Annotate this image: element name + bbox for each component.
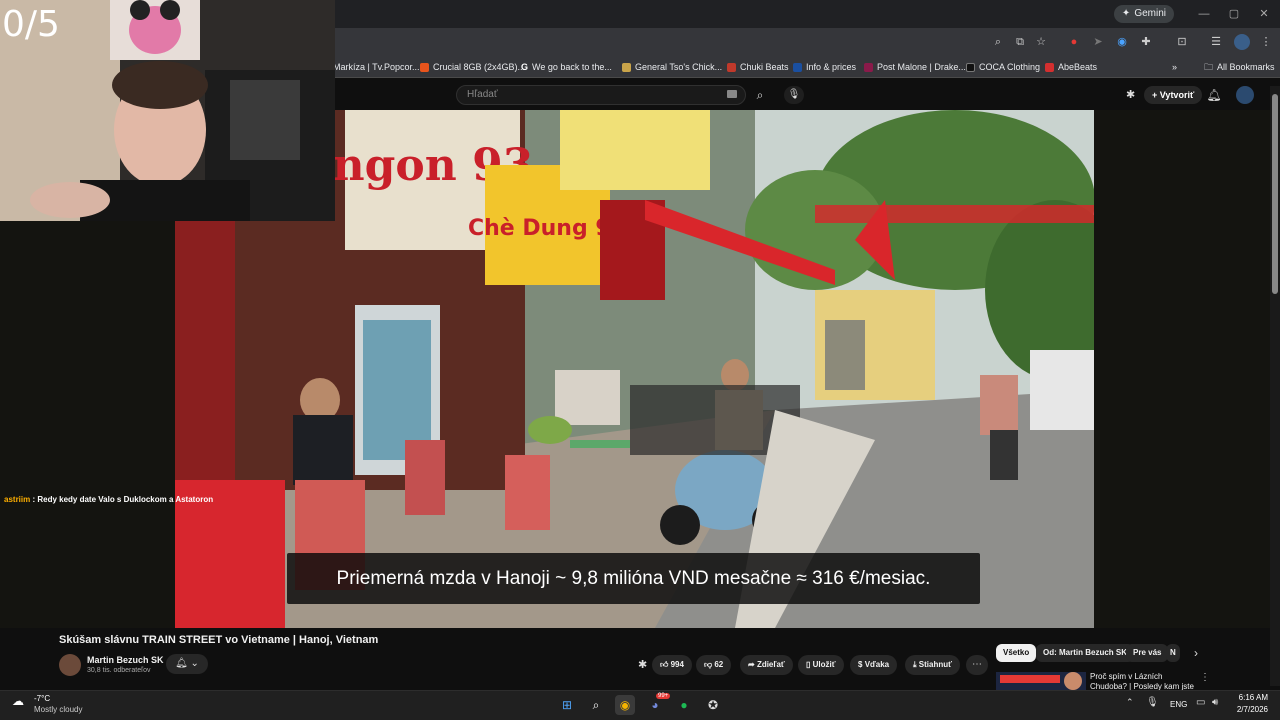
bookmark-item[interactable]: Markíza | Tv.Popcor... — [333, 60, 420, 74]
tray-overflow-icon[interactable]: ⌃ — [1126, 697, 1134, 708]
thanks-button[interactable]: $ Vďaka — [850, 655, 898, 675]
app-icon[interactable]: ✪ — [703, 695, 723, 715]
minimize-icon[interactable]: — — [1196, 6, 1212, 22]
extension-arrow-icon[interactable]: ➤ — [1090, 34, 1106, 50]
thumbnail-face — [1064, 672, 1082, 690]
reading-list-icon[interactable]: ☰ — [1208, 34, 1224, 50]
install-app-icon[interactable]: ⧉ — [1012, 34, 1028, 50]
extension-red-icon[interactable]: ● — [1066, 34, 1082, 50]
chat-text: : Redy kedy date Valo s Duklockom a Asta… — [30, 495, 214, 504]
video-title: Skúšam slávnu TRAIN STREET vo Vietname |… — [59, 634, 379, 646]
create-button[interactable]: + Vytvoriť — [1144, 86, 1203, 104]
spotify-icon[interactable]: ● — [674, 695, 694, 715]
subscription-bell-button[interactable]: 🔔︎ ⌄ — [166, 654, 208, 674]
channel-name[interactable]: Martin Bezuch SK — [87, 655, 164, 665]
bookmark-item[interactable]: Crucial 8GB (2x4GB)... — [420, 60, 525, 74]
clock-time[interactable]: 6:16 AM — [1236, 693, 1268, 702]
bookmark-item[interactable]: Chuki Beats — [727, 60, 789, 74]
tab-search-icon[interactable]: ⊡ — [1174, 34, 1190, 50]
language-indicator[interactable]: ENG — [1170, 700, 1187, 709]
chevron-right-icon[interactable]: › — [1188, 645, 1204, 661]
bookmark-favicon — [420, 62, 429, 72]
bookmark-item[interactable]: General Tso's Chick... — [622, 60, 722, 74]
weather-cloud-icon[interactable]: ☁ — [12, 694, 30, 708]
download-button[interactable]: ⤓ Stiahnuť — [905, 655, 960, 675]
cast-icon[interactable]: ✱ — [1126, 88, 1140, 102]
keyboard-icon[interactable] — [727, 90, 737, 98]
channel-avatar[interactable] — [59, 654, 81, 676]
recommendation-thumbnail[interactable] — [996, 672, 1086, 690]
gemini-icon: ✦ — [1121, 8, 1131, 19]
thumbs-up-icon: 👍︎ — [660, 660, 669, 669]
profile-avatar[interactable] — [1234, 34, 1250, 50]
video-subtitle: Priemerná mzda v Hanoji ~ 9,8 milióna VN… — [287, 553, 980, 604]
chip-for-you[interactable]: Pre vás — [1126, 644, 1169, 662]
bookmark-item[interactable]: COCA Clothing — [966, 60, 1040, 74]
folder-icon: 🗀 — [1204, 62, 1214, 72]
windows-taskbar — [0, 690, 1280, 720]
bookmark-favicon — [966, 62, 975, 72]
extension-sparkle-icon[interactable]: ✱ — [638, 658, 647, 671]
bookmark-favicon — [793, 62, 802, 72]
microphone-tray-icon[interactable]: 🎙 — [1146, 697, 1159, 708]
browser-menu-icon[interactable]: ⋮ — [1258, 34, 1274, 50]
challenge-counter: 0/5 — [2, 4, 60, 45]
start-windows-icon[interactable]: ⊞ — [557, 695, 577, 715]
search-input[interactable]: Hľadať — [456, 85, 746, 105]
bookmark-icon: ▯ — [806, 660, 811, 669]
bookmark-favicon — [622, 62, 631, 72]
chrome-icon[interactable]: ◉ — [615, 695, 635, 715]
save-button[interactable]: ▯ Uložiť — [798, 655, 844, 675]
bookmark-favicon — [727, 62, 736, 72]
close-icon[interactable]: ✕ — [1256, 6, 1272, 22]
maximize-icon[interactable]: ▢ — [1226, 6, 1242, 22]
notifications-bell-icon[interactable]: 🔔︎ — [1206, 86, 1222, 104]
like-button[interactable]: 👍︎ 994 — [652, 655, 692, 675]
share-icon: ➦ — [748, 660, 755, 669]
thanks-icon: $ — [858, 660, 863, 669]
notification-badge: 99+ — [656, 693, 671, 699]
chevron-down-icon: ⌄ — [190, 658, 199, 669]
clock-date[interactable]: 2/7/2026 — [1228, 705, 1268, 714]
recommendation-title[interactable]: Proč spím v Lázních Chudoba? | Posledy k… — [1090, 672, 1200, 690]
bookmark-favicon — [864, 62, 873, 72]
chip-all[interactable]: Všetko — [996, 644, 1037, 662]
chat-username: astriim — [4, 495, 31, 504]
network-icon[interactable]: ▭ — [1196, 697, 1205, 708]
thumbs-down-icon: 👎︎ — [704, 660, 713, 669]
chip-from-channel[interactable]: Od: Martin Bezuch SK — [1036, 644, 1135, 662]
bookmark-item[interactable]: Post Malone | Drake... — [864, 60, 966, 74]
search-icon[interactable]: ⌕ — [746, 85, 774, 105]
channel-subscribers: 30,8 tis. odberateľov — [87, 667, 151, 674]
gemini-button[interactable]: ✦ Gemini — [1113, 5, 1174, 23]
extension-blue-icon[interactable]: ◉ — [1114, 34, 1130, 50]
bookmarks-overflow-button[interactable]: » — [1172, 60, 1177, 74]
google-icon: G — [521, 62, 529, 72]
chat-message: astriim : Redy kedy date Valo s Duklocko… — [4, 495, 213, 504]
bookmark-favicon — [1045, 62, 1054, 72]
weather-temperature[interactable]: -7°C — [34, 694, 50, 703]
thumbnail-banner — [1000, 675, 1060, 683]
more-actions-button[interactable]: ⋯ — [966, 655, 988, 675]
scrollbar-thumb[interactable] — [1272, 94, 1278, 294]
microphone-icon[interactable]: 🎙 — [784, 86, 804, 104]
bookmark-item[interactable]: G We go back to the... — [521, 60, 612, 74]
avatar[interactable] — [1236, 86, 1254, 104]
bookmark-item[interactable]: Info & prices — [793, 60, 856, 74]
download-icon: ⤓ — [913, 660, 917, 669]
dislike-button[interactable]: 👎︎ 62 — [696, 655, 732, 675]
all-bookmarks-button[interactable]: 🗀 All Bookmarks — [1204, 60, 1275, 74]
search-taskbar-icon[interactable]: ⌕ — [586, 695, 606, 715]
chip-more[interactable]: N — [1166, 644, 1180, 662]
recommendation-menu-icon[interactable]: ⋮ — [1200, 672, 1210, 683]
volume-icon[interactable]: 🔊︎ — [1212, 697, 1218, 708]
extensions-puzzle-icon[interactable]: ✚ — [1138, 34, 1154, 50]
zoom-icon[interactable]: ⌕ — [990, 34, 1006, 50]
weather-description[interactable]: Mostly cloudy — [34, 705, 82, 714]
gemini-label: Gemini — [1134, 8, 1166, 19]
bookmark-item[interactable]: AbeBeats — [1045, 60, 1097, 74]
bookmark-star-icon[interactable]: ☆ — [1033, 34, 1049, 50]
bell-icon: 🔔︎ — [175, 658, 188, 669]
share-button[interactable]: ➦ Zdieľať — [740, 655, 793, 675]
